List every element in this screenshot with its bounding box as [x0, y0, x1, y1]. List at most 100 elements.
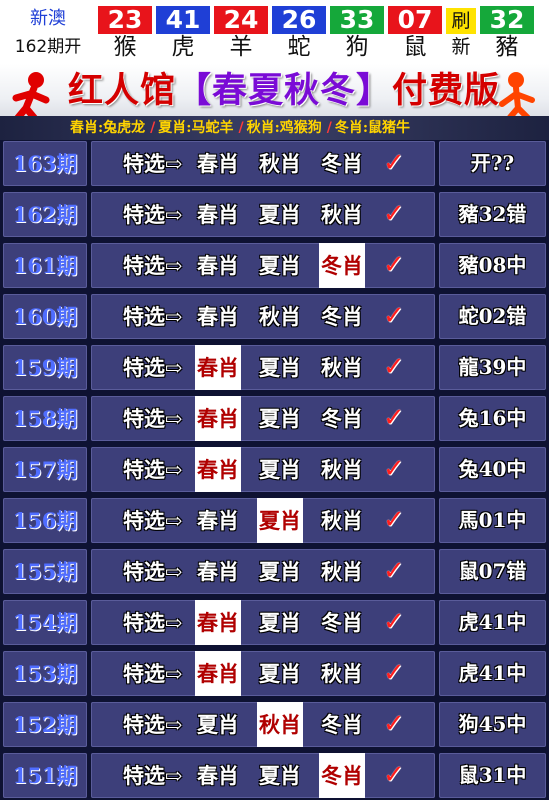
lottery-source[interactable]: 新澳: [0, 8, 96, 30]
period-cell: 154期: [3, 600, 87, 645]
period-label: 154期: [12, 610, 78, 635]
season-pick: 春肖: [197, 508, 239, 533]
number-ball: 23 猴: [98, 6, 152, 60]
ball-number: 26: [272, 6, 326, 34]
season-pick: 夏肖: [259, 661, 301, 686]
table-row: 153期 特选⇨ 春肖 夏肖 秋肖 ✓ 虎41中: [0, 648, 549, 699]
result-label: 狗45中: [458, 712, 527, 736]
pick-label: 特选⇨: [123, 559, 183, 584]
table-row: 159期 特选⇨ 春肖 夏肖 秋肖 ✓ 龍39中: [0, 342, 549, 393]
period-label: 161期: [12, 253, 78, 278]
pick-cell: 特选⇨ 春肖 夏肖 秋肖 ✓: [91, 345, 435, 390]
pick-label: 特选⇨: [123, 661, 183, 686]
pick-label: 特选⇨: [123, 355, 183, 380]
table-row: 156期 特选⇨ 春肖 夏肖 秋肖 ✓ 馬01中: [0, 495, 549, 546]
table-row: 162期 特选⇨ 春肖 夏肖 秋肖 ✓ 豬32错: [0, 189, 549, 240]
pick-label: 特选⇨: [123, 763, 183, 788]
season-pick: 夏肖: [259, 457, 301, 482]
table-row: 151期 特选⇨ 春肖 夏肖 冬肖 ✓ 鼠31中: [0, 750, 549, 801]
season-pick: 春肖: [197, 202, 239, 227]
table-row: 163期 特选⇨ 春肖 秋肖 冬肖 ✓ 开??: [0, 138, 549, 189]
draw-info: 新澳 162期开: [0, 0, 96, 64]
result-cell: 鼠07错: [439, 549, 546, 594]
ball-zodiac: 狗: [345, 34, 369, 60]
period-label: 153期: [12, 661, 78, 686]
period-label: 160期: [12, 304, 78, 329]
banner-title: 红人馆【春夏秋冬】付费版: [64, 68, 504, 114]
banner-title-part3: 付费版: [392, 70, 501, 111]
ball-number: 41: [156, 6, 210, 34]
pick-cell: 特选⇨ 春肖 夏肖 秋肖 ✓: [91, 651, 435, 696]
number-ball: 26 蛇: [272, 6, 326, 60]
season-pick: 秋肖: [321, 661, 363, 686]
result-cell: 豬08中: [439, 243, 546, 288]
season-pick: 夏肖: [257, 498, 303, 543]
banner: 红人馆【春夏秋冬】付费版 春肖:兔虎龙 / 夏肖:马蛇羊 / 秋肖:鸡猴狗 / 冬肖:鼠猪牛: [0, 64, 549, 140]
period-cell: 157期: [3, 447, 87, 492]
result-cell: 兔40中: [439, 447, 546, 492]
banner-title-part1: 红人馆: [67, 70, 176, 111]
period-cell: 158期: [3, 396, 87, 441]
check-icon: ✓: [383, 505, 405, 535]
pick-label: 特选⇨: [123, 712, 183, 737]
result-label: 虎41中: [458, 661, 527, 685]
season-spring: 春肖:兔虎龙: [70, 120, 146, 136]
check-icon: ✓: [383, 709, 405, 739]
pick-text: 特选⇨ 春肖 夏肖 秋肖 ✓: [91, 651, 435, 696]
result-label: 豬08中: [458, 253, 527, 277]
result-label: 豬32错: [458, 202, 527, 226]
pick-text: 特选⇨ 春肖 夏肖 冬肖 ✓: [91, 600, 435, 645]
season-divider: /: [150, 120, 156, 136]
pick-label: 特选⇨: [123, 304, 183, 329]
check-icon: ✓: [383, 250, 405, 280]
season-pick: 秋肖: [259, 304, 301, 329]
season-pick: 夏肖: [259, 355, 301, 380]
number-ball: 33 狗: [330, 6, 384, 60]
season-winter: 冬肖:鼠猪牛: [334, 120, 411, 136]
number-ball: 07 鼠: [388, 6, 442, 60]
season-pick: 秋肖: [257, 702, 303, 747]
period-label: 159期: [12, 355, 78, 380]
result-label: 兔16中: [458, 406, 527, 430]
ball-number: 33: [330, 6, 384, 34]
season-divider: /: [238, 120, 244, 136]
check-icon: ✓: [383, 454, 405, 484]
season-pick: 秋肖: [321, 508, 363, 533]
table-row: 161期 特选⇨ 春肖 夏肖 冬肖 ✓ 豬08中: [0, 240, 549, 291]
pick-text: 特选⇨ 春肖 夏肖 秋肖 ✓: [91, 549, 435, 594]
table-row: 158期 特选⇨ 春肖 夏肖 冬肖 ✓ 兔16中: [0, 393, 549, 444]
result-cell: 龍39中: [439, 345, 546, 390]
ball-zodiac: 虎: [171, 34, 195, 60]
pick-label: 特选⇨: [123, 508, 183, 533]
prediction-table: 163期 特选⇨ 春肖 秋肖 冬肖 ✓ 开?? 162期 特选⇨ 春肖 夏肖 秋肖 ✓ 豬32错 161期特…: [0, 140, 549, 800]
refresh-button[interactable]: 刷 新: [446, 8, 476, 60]
table-row: 160期 特选⇨ 春肖 秋肖 冬肖 ✓ 蛇02错: [0, 291, 549, 342]
ball-zodiac: 蛇: [287, 34, 311, 60]
result-cell: 狗45中: [439, 702, 546, 747]
pick-text: 特选⇨ 春肖 夏肖 秋肖 ✓: [91, 498, 435, 543]
season-pick: 冬肖: [319, 243, 365, 288]
period-label: 158期: [12, 406, 78, 431]
result-label: 虎41中: [458, 610, 527, 634]
check-icon: ✓: [383, 199, 405, 229]
season-pick: 春肖: [195, 651, 241, 696]
pick-cell: 特选⇨ 春肖 夏肖 冬肖 ✓: [91, 396, 435, 441]
draw-period: 162期开: [14, 37, 82, 57]
pick-cell: 特选⇨ 春肖 夏肖 秋肖 ✓: [91, 498, 435, 543]
special-ball-zodiac: 豬: [495, 34, 519, 60]
check-icon: ✓: [383, 301, 405, 331]
result-cell: 虎41中: [439, 651, 546, 696]
ball-zodiac: 羊: [229, 34, 253, 60]
period-label: 163期: [12, 151, 78, 176]
pick-cell: 特选⇨ 春肖 夏肖 冬肖 ✓: [91, 753, 435, 798]
season-pick: 夏肖: [259, 559, 301, 584]
season-pick: 春肖: [197, 763, 239, 788]
check-icon: ✓: [383, 658, 405, 688]
period-cell: 156期: [3, 498, 87, 543]
season-pick: 冬肖: [321, 304, 363, 329]
period-cell: 163期: [3, 141, 87, 186]
pick-text: 特选⇨ 春肖 夏肖 秋肖 ✓: [91, 192, 435, 237]
pick-text: 特选⇨ 春肖 夏肖 秋肖 ✓: [91, 447, 435, 492]
season-pick: 春肖: [197, 151, 239, 176]
result-cell: 豬32错: [439, 192, 546, 237]
